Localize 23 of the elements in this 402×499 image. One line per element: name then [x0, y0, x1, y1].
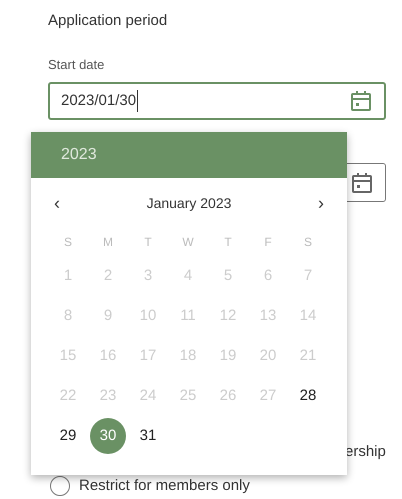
calendar-icon[interactable] [350, 90, 372, 112]
field-label: Start date [48, 57, 106, 73]
month-title: January 2023 [146, 194, 232, 213]
next-month-button[interactable]: › [315, 190, 327, 216]
start-date-field[interactable]: 2023/01/30 [48, 82, 386, 120]
day-button[interactable]: 30 [90, 418, 126, 454]
calendar-icon[interactable] [351, 172, 373, 194]
year-text[interactable]: 2023 [61, 143, 97, 167]
weekday-label: F [264, 234, 272, 251]
day-button[interactable]: 28 [290, 378, 326, 414]
weekday-label: S [64, 234, 72, 251]
day-button[interactable]: 31 [130, 418, 166, 454]
date-value: 2023/01/30 [61, 90, 138, 112]
previous-month-button[interactable]: ‹ [51, 190, 63, 216]
weekday-label: T [144, 234, 152, 251]
option-label: Restrict for members only [79, 476, 250, 496]
radio-button[interactable] [50, 476, 70, 496]
weekday-label: M [103, 234, 113, 251]
day-button[interactable]: 29 [50, 418, 86, 454]
weekday-label: W [182, 234, 194, 251]
weekday-label: S [304, 234, 312, 251]
section-title: Application period [48, 11, 168, 31]
weekday-label: T [224, 234, 232, 251]
